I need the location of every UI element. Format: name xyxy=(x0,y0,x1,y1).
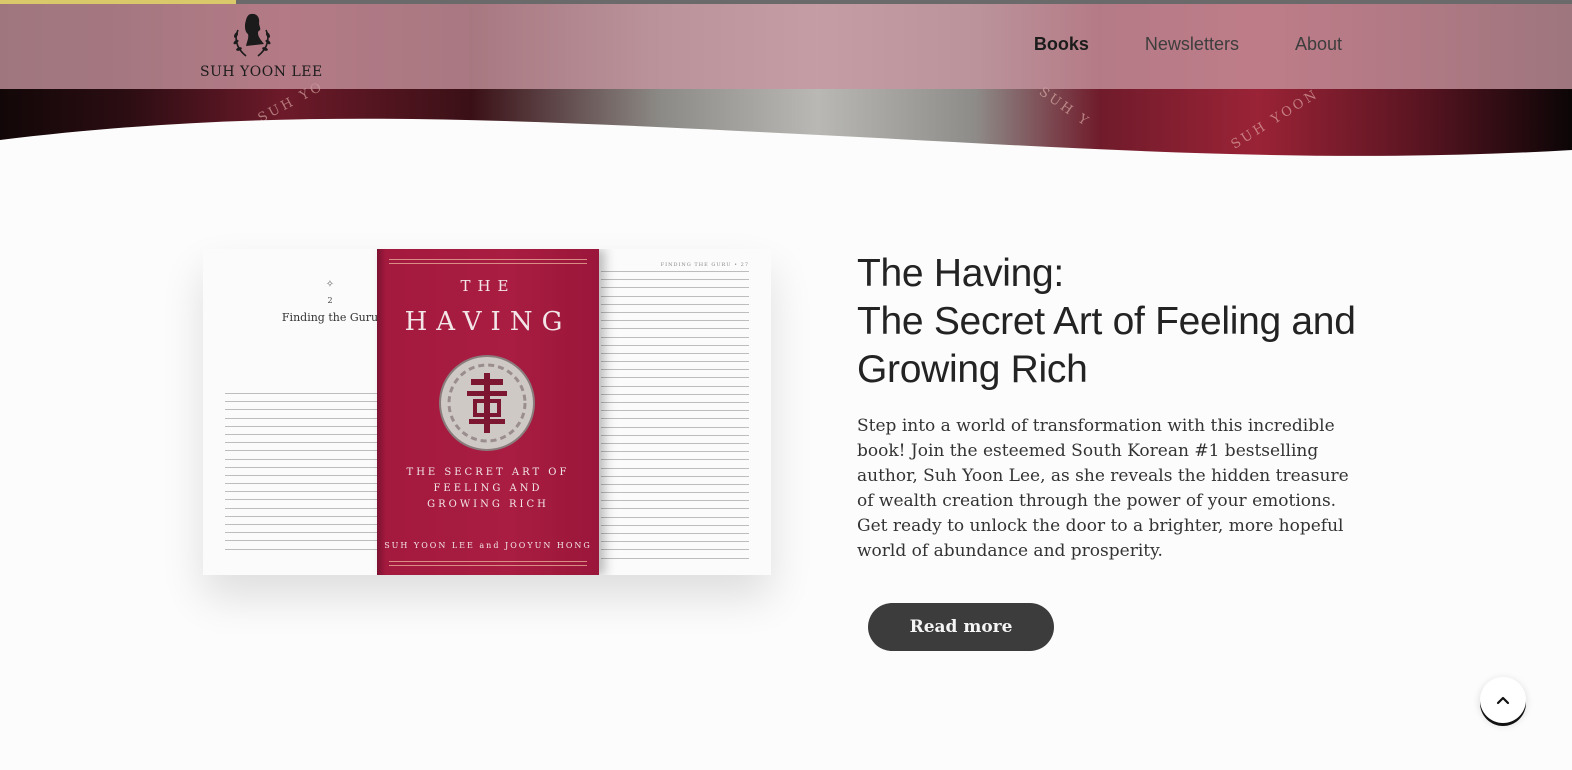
logo-text: SUH YOON LEE xyxy=(200,64,323,80)
right-page-text-lines xyxy=(601,271,749,566)
cover-rule xyxy=(389,561,587,562)
cover-rule xyxy=(389,259,587,260)
cover-subtitle-line: THE SECRET ART OF xyxy=(406,467,570,478)
main-nav: Books Newsletters About xyxy=(1034,34,1342,55)
cover-subtitle-line: GROWING RICH xyxy=(427,499,549,510)
cover-rule xyxy=(389,565,587,566)
nav-item-newsletters[interactable]: Newsletters xyxy=(1145,34,1239,55)
running-head: FINDING THE GURU • 27 xyxy=(660,262,749,268)
chevron-up-icon xyxy=(1496,696,1510,705)
cover-having: HAVING xyxy=(404,307,572,337)
cover-the: THE xyxy=(460,277,516,295)
cover-subtitle: THE SECRET ART OF FEELING AND GROWING RI… xyxy=(377,465,599,513)
nav-item-books[interactable]: Books xyxy=(1034,34,1089,55)
cover-subtitle-line: FEELING AND xyxy=(433,483,543,494)
reading-progress-fill xyxy=(0,0,236,4)
site-header: SUH YOON LEE Books Newsletters About xyxy=(0,4,1572,89)
book-title-line: The Secret Art of Feeling and xyxy=(857,300,1356,343)
site-logo[interactable]: SUH YOON LEE xyxy=(200,10,323,86)
silhouette-laurel-logo-icon xyxy=(233,13,271,57)
left-page-text-lines xyxy=(225,393,377,557)
scroll-to-top-button[interactable] xyxy=(1480,677,1526,723)
cover-authors: SUH YOON LEE and JOOYUN HONG xyxy=(384,541,592,550)
book-title: The Having: The Secret Art of Feeling an… xyxy=(857,250,1377,394)
cover-medallion-icon xyxy=(439,355,535,451)
read-more-button[interactable]: Read more xyxy=(868,603,1054,651)
cover-rule xyxy=(389,263,587,264)
book-details: The Having: The Secret Art of Feeling an… xyxy=(857,250,1377,564)
book-description: Step into a world of transformation with… xyxy=(857,416,1349,561)
book-title-line: The Having: xyxy=(857,252,1064,295)
book-image: ✧ 2 Finding the Guru FINDING THE GURU • … xyxy=(203,249,771,575)
nav-item-about[interactable]: About xyxy=(1295,34,1342,55)
book-title-line: Growing Rich xyxy=(857,348,1088,391)
reading-progress-bar xyxy=(0,0,1572,4)
book-cover: THE HAVING THE SECRET ART OF FEELING AND… xyxy=(377,249,599,575)
